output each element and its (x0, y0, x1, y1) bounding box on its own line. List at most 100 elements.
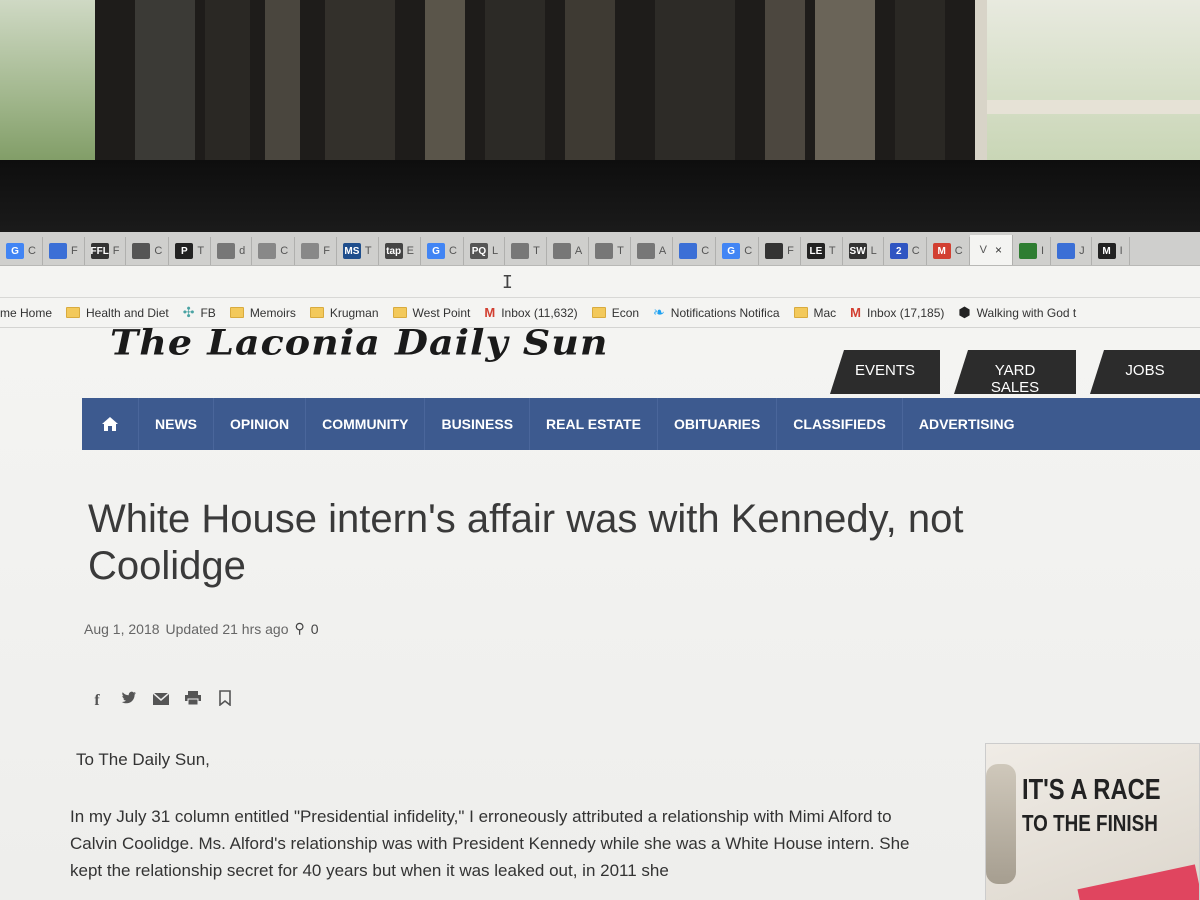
browser-tab[interactable]: PQ L (464, 237, 506, 265)
browser-tab[interactable]: MC (927, 237, 970, 265)
comment-count[interactable]: 0 (311, 621, 319, 637)
browser-tab[interactable]: C (126, 237, 170, 265)
browser-tab[interactable]: tap E (379, 237, 421, 265)
nav-community[interactable]: COMMUNITY (305, 398, 424, 450)
browser-tab[interactable]: C (673, 237, 717, 265)
browser-tab[interactable]: F (759, 237, 801, 265)
top-nav-events[interactable]: EVENTS (830, 350, 940, 394)
browser-tab[interactable]: MS T (337, 237, 379, 265)
bookmark-label: Health and Diet (86, 305, 169, 320)
browser-tab[interactable]: I (1013, 237, 1052, 265)
bookmark-label: Inbox (17,185) (867, 305, 945, 320)
browser-tab[interactable]: PT (169, 237, 212, 265)
browser-tab[interactable]: FFL F (85, 237, 127, 265)
tab-label: L (870, 245, 877, 257)
browser-tab[interactable]: A (547, 237, 590, 265)
browser-tab[interactable]: GC (716, 237, 760, 265)
tab-favicon-icon: G (427, 243, 445, 259)
tab-favicon-icon: G (6, 243, 24, 259)
bookmark-item[interactable]: ❧ Notifications Notifica (653, 304, 779, 321)
bookmark-label: me Home (0, 305, 53, 320)
top-nav-jobs[interactable]: JOBS (1090, 350, 1200, 394)
home-icon[interactable] (82, 398, 138, 450)
browser-tab[interactable]: 2C (884, 237, 927, 265)
browser-tab[interactable]: A (631, 237, 674, 265)
advertisement[interactable]: IT'S A RACE TO THE FINISH (985, 743, 1200, 900)
nav-business[interactable]: BUSINESS (424, 398, 529, 450)
browser-tab[interactable]: F (295, 237, 337, 265)
tab-favicon-icon (48, 243, 67, 259)
tab-label: F (70, 245, 78, 257)
bookmark-icon[interactable] (216, 690, 234, 711)
browser-tab[interactable]: J (1051, 237, 1092, 265)
browser-tab[interactable]: SW L (843, 237, 884, 265)
bookshelf (95, 0, 975, 170)
bookmark-item[interactable]: Health and Diet (66, 306, 169, 320)
address-bar[interactable]: I (0, 266, 1200, 298)
bookmark-item[interactable]: M Inbox (17,185) (850, 305, 944, 320)
nav-opinion[interactable]: OPINION (213, 398, 305, 450)
bookmark-item[interactable]: West Point (392, 306, 470, 320)
nav-classifieds[interactable]: CLASSIFIEDS (776, 398, 902, 450)
bookmark-item[interactable]: M Inbox (11,632) (484, 305, 577, 320)
article-salutation: To The Daily Sun, (76, 750, 210, 769)
tab-favicon-icon (552, 243, 571, 259)
tab-label: A (658, 245, 667, 257)
bookmark-item[interactable]: Krugman (309, 306, 379, 320)
bookmark-item[interactable]: Econ (591, 306, 639, 320)
text-cursor-icon: I (502, 272, 513, 293)
bookmark-label: Inbox (11,632) (501, 305, 578, 320)
article-updated: Updated 21 hrs ago (165, 620, 289, 637)
nav-real-estate[interactable]: REAL ESTATE (529, 398, 657, 450)
email-icon[interactable] (152, 691, 170, 710)
tab-favicon-icon: MS (342, 243, 361, 259)
bookmark-item[interactable]: Mac (793, 305, 837, 320)
browser-tab[interactable]: GC (0, 237, 43, 265)
tab-favicon-icon (1057, 243, 1076, 259)
facebook-icon[interactable]: f (88, 692, 106, 710)
browser-tab[interactable]: d (211, 237, 253, 265)
bookmark-label: Notifications Notifica (670, 305, 780, 320)
tab-favicon-icon: LE (806, 243, 825, 259)
tab-label: L (491, 245, 499, 257)
tab-label: F (112, 245, 120, 257)
tab-label: E (406, 245, 414, 257)
browser-tab[interactable]: LE T (801, 237, 843, 265)
nav-obituaries[interactable]: OBITUARIES (656, 398, 776, 450)
tab-favicon-icon: FFL (91, 243, 109, 259)
book (425, 0, 465, 165)
folder-icon (309, 307, 324, 318)
browser-tab-active[interactable]: V × (969, 235, 1013, 265)
twitter-icon[interactable] (120, 691, 138, 710)
gmail-icon: M (850, 305, 862, 320)
browser-tab[interactable]: F (43, 237, 85, 265)
tab-favicon-icon: G (722, 243, 741, 259)
book (135, 0, 195, 165)
share-bar: f (88, 690, 234, 711)
browser-tab[interactable]: MI (1092, 237, 1130, 265)
browser-tab[interactable]: GC (421, 237, 464, 265)
bookmark-item[interactable]: ✣ FB (183, 304, 216, 321)
nav-news[interactable]: NEWS (138, 398, 213, 450)
bookmark-item[interactable]: ⬢ Walking with God t (958, 304, 1076, 321)
bookmark-label: Walking with God t (976, 305, 1077, 320)
browser-tab[interactable]: T (505, 237, 547, 265)
ad-runner-image (986, 764, 1016, 884)
tab-label: C (280, 245, 289, 257)
site-masthead[interactable]: The Laconia Daily Sun (110, 322, 609, 363)
browser-tab[interactable]: T (589, 237, 631, 265)
comment-icon[interactable]: ⚲ (295, 620, 305, 637)
nav-advertising[interactable]: ADVERTISING (901, 398, 1031, 450)
tab-close-icon[interactable]: × (995, 243, 1002, 257)
bookmark-label: Mac (813, 305, 837, 320)
tab-label: I (1041, 245, 1045, 257)
window-sash (987, 100, 1200, 114)
bookmark-item[interactable]: me Home (0, 306, 52, 320)
top-nav-yard-sales[interactable]: YARD SALES (954, 350, 1076, 394)
print-icon[interactable] (184, 691, 202, 710)
tab-label: T (828, 245, 836, 257)
browser-tab[interactable]: C (252, 237, 296, 265)
background-room (0, 0, 1200, 175)
bookmark-item[interactable]: Memoirs (229, 306, 296, 320)
tab-label: C (744, 245, 753, 257)
